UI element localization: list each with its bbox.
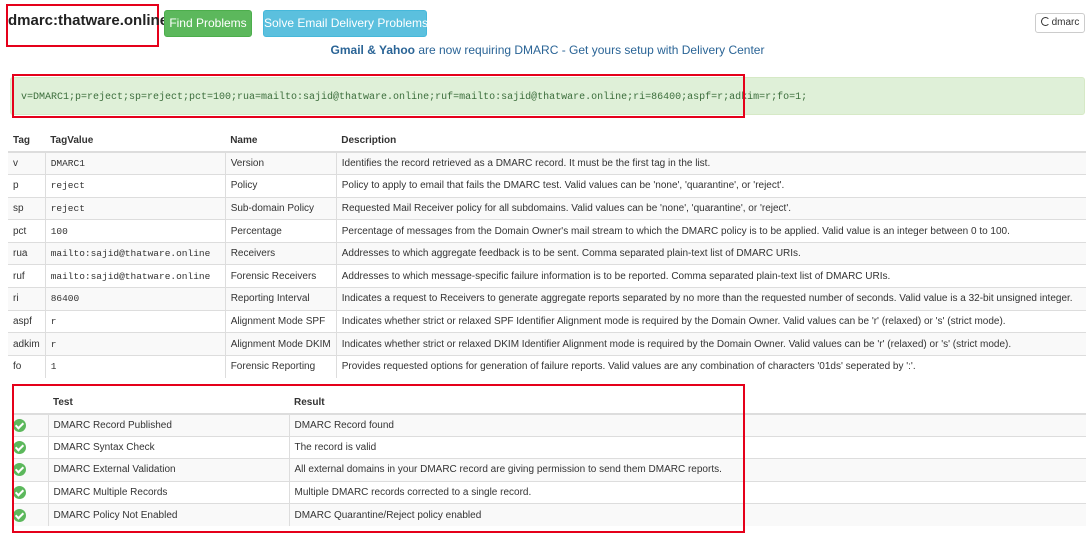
check-circle-icon bbox=[13, 508, 26, 522]
check-circle-icon bbox=[13, 441, 26, 455]
test-result-cell: The record is valid bbox=[288, 435, 1086, 459]
tag-cell: p bbox=[8, 174, 46, 198]
tag-cell: fo bbox=[8, 354, 46, 378]
tagvalue-cell: mailto:sajid@thatware.online bbox=[44, 264, 226, 288]
test-name-cell: DMARC Record Published bbox=[47, 413, 289, 437]
tag-table-header: Tag TagValue Name Description bbox=[8, 130, 1086, 153]
test-result-cell: Multiple DMARC records corrected to a si… bbox=[288, 480, 1086, 504]
tag-row: p reject Policy Policy to apply to email th… bbox=[8, 174, 1086, 198]
test-name-cell: DMARC External Validation bbox=[47, 458, 289, 482]
check-circle-icon bbox=[13, 485, 26, 499]
tag-cell: adkim bbox=[8, 332, 46, 356]
tag-cell: ruf bbox=[8, 264, 46, 288]
tag-row: adkim r Alignment Mode DKIM Indicates wheth… bbox=[8, 332, 1086, 356]
dmarc-refresh-button[interactable]: dmarc bbox=[1035, 13, 1085, 33]
name-cell: Receivers bbox=[224, 241, 337, 265]
record-highlight-box bbox=[12, 74, 745, 118]
tag-row: fo 1 Forensic Reporting Provides requested … bbox=[8, 354, 1086, 378]
status-cell bbox=[12, 435, 48, 459]
tagvalue-cell: reject bbox=[44, 174, 226, 198]
test-name-cell: DMARC Syntax Check bbox=[47, 435, 289, 459]
test-result-cell: All external domains in your DMARC recor… bbox=[288, 458, 1086, 482]
tag-row: ri 86400 Reporting Interval Indicates a req… bbox=[8, 287, 1086, 311]
test-table-header: Test Result bbox=[12, 392, 1086, 415]
find-problems-button[interactable]: Find Problems bbox=[164, 10, 252, 37]
header-name: Name bbox=[225, 130, 337, 153]
solve-email-delivery-button[interactable]: Solve Email Delivery Problems bbox=[263, 10, 428, 37]
test-row: DMARC Syntax Check The record is valid bbox=[12, 435, 1086, 459]
tag-row: v DMARC1 Version Identifies the record retr… bbox=[8, 151, 1086, 175]
test-result-cell: DMARC Record found bbox=[288, 413, 1086, 437]
tag-cell: aspf bbox=[8, 309, 46, 333]
name-cell: Sub-domain Policy bbox=[224, 196, 337, 220]
description-cell: Requested Mail Receiver policy for all s… bbox=[335, 196, 1086, 220]
header-tag: Tag bbox=[8, 130, 46, 153]
test-table: Test Result DMARC Record Published DMARC … bbox=[12, 392, 1086, 526]
status-cell bbox=[12, 458, 48, 482]
description-cell: Provides requested options for generatio… bbox=[335, 354, 1086, 378]
tagvalue-cell: 100 bbox=[44, 219, 226, 243]
name-cell: Alignment Mode DKIM bbox=[224, 332, 337, 356]
header-tagvalue: TagValue bbox=[45, 130, 226, 153]
description-cell: Identifies the record retrieved as a DMA… bbox=[335, 151, 1086, 175]
domain-title: dmarc:thatware.online bbox=[8, 12, 169, 29]
name-cell: Forensic Reporting bbox=[224, 354, 337, 378]
tag-cell: rua bbox=[8, 241, 46, 265]
tagvalue-cell: 1 bbox=[44, 354, 226, 378]
header-test: Test bbox=[48, 392, 289, 415]
name-cell: Version bbox=[224, 151, 337, 175]
tag-cell: ri bbox=[8, 287, 46, 311]
promo-text: are now requiring DMARC - Get yours setu… bbox=[415, 43, 765, 57]
tag-table: Tag TagValue Name Description v DMARC1 Ver… bbox=[8, 130, 1086, 378]
name-cell: Policy bbox=[224, 174, 337, 198]
tag-row: ruf mailto:sajid@thatware.online Forensic … bbox=[8, 264, 1086, 288]
test-name-cell: DMARC Policy Not Enabled bbox=[47, 503, 289, 526]
test-row: DMARC Policy Not Enabled DMARC Quarantine… bbox=[12, 503, 1086, 526]
tag-row: pct 100 Percentage Percentage of messages f… bbox=[8, 219, 1086, 243]
tag-row: rua mailto:sajid@thatware.online Receivers… bbox=[8, 241, 1086, 265]
name-cell: Forensic Receivers bbox=[224, 264, 337, 288]
test-name-cell: DMARC Multiple Records bbox=[47, 480, 289, 504]
tag-cell: sp bbox=[8, 196, 46, 220]
status-cell bbox=[12, 480, 48, 504]
tagvalue-cell: reject bbox=[44, 196, 226, 220]
description-cell: Addresses to which message-specific fail… bbox=[335, 264, 1086, 288]
description-cell: Percentage of messages from the Domain O… bbox=[335, 219, 1086, 243]
tag-row: sp reject Sub-domain Policy Requested Mail … bbox=[8, 196, 1086, 220]
tagvalue-cell: mailto:sajid@thatware.online bbox=[44, 241, 226, 265]
name-cell: Reporting Interval bbox=[224, 287, 337, 311]
header-result: Result bbox=[289, 392, 1086, 415]
tagvalue-cell: r bbox=[44, 309, 226, 333]
refresh-icon bbox=[1040, 17, 1050, 26]
name-cell: Alignment Mode SPF bbox=[224, 309, 337, 333]
description-cell: Policy to apply to email that fails the … bbox=[335, 174, 1086, 198]
header-description: Description bbox=[336, 130, 1086, 153]
check-circle-icon bbox=[13, 418, 26, 432]
header-status bbox=[12, 392, 48, 415]
dmarc-refresh-label: dmarc bbox=[1051, 17, 1080, 28]
check-circle-icon bbox=[13, 463, 26, 477]
name-cell: Percentage bbox=[224, 219, 337, 243]
description-cell: Addresses to which aggregate feedback is… bbox=[335, 241, 1086, 265]
test-row: DMARC External Validation All external do… bbox=[12, 458, 1086, 482]
description-cell: Indicates a request to Receivers to gene… bbox=[335, 287, 1086, 311]
tag-cell: v bbox=[8, 151, 46, 175]
tagvalue-cell: DMARC1 bbox=[44, 151, 226, 175]
tagvalue-cell: 86400 bbox=[44, 287, 226, 311]
test-row: DMARC Record Published DMARC Record found bbox=[12, 413, 1086, 437]
status-cell bbox=[12, 413, 48, 437]
tagvalue-cell: r bbox=[44, 332, 226, 356]
promo-highlight: Gmail & Yahoo bbox=[330, 43, 415, 57]
tag-row: aspf r Alignment Mode SPF Indicates whether… bbox=[8, 309, 1086, 333]
description-cell: Indicates whether strict or relaxed SPF … bbox=[335, 309, 1086, 333]
description-cell: Indicates whether strict or relaxed DKIM… bbox=[335, 332, 1086, 356]
test-result-cell: DMARC Quarantine/Reject policy enabled bbox=[288, 503, 1086, 526]
test-row: DMARC Multiple Records Multiple DMARC rec… bbox=[12, 480, 1086, 504]
status-cell bbox=[12, 503, 48, 526]
tag-cell: pct bbox=[8, 219, 46, 243]
promo-link[interactable]: Gmail & Yahoo are now requiring DMARC - … bbox=[0, 43, 1088, 57]
